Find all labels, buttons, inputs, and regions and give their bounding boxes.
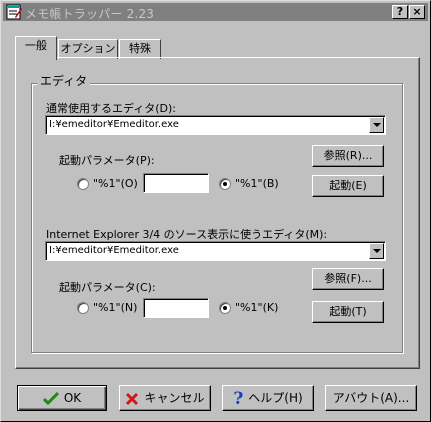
cancel-x-icon [126, 392, 139, 405]
launch-normal-button[interactable]: 起動(E) [312, 175, 384, 197]
normal-radio-b[interactable] [219, 178, 231, 190]
close-title-button[interactable]: × [409, 5, 425, 19]
normal-params-label: 起動パラメータ(P): [59, 154, 155, 167]
launch-ie-button[interactable]: 起動(T) [312, 301, 384, 323]
notepad-app-icon [6, 4, 22, 20]
normal-editor-value: I:¥emeditor¥Emeditor.exe [49, 119, 179, 130]
chevron-down-icon[interactable] [369, 243, 384, 259]
checkmark-icon [42, 391, 59, 405]
ie-param-input[interactable] [143, 298, 209, 318]
question-mark-icon: ? [233, 388, 244, 409]
browse-ie-button[interactable]: 参照(F)... [312, 268, 384, 290]
normal-param-input[interactable] [143, 173, 209, 193]
ok-button[interactable]: OK [17, 385, 107, 411]
normal-radio-a-label: "%1"(O) [93, 177, 138, 190]
ie-editor-label: Internet Explorer 3/4 のソース表示に使うエディタ(M): [46, 228, 328, 241]
ie-radio-a[interactable] [77, 302, 89, 314]
ie-radio-b-label: "%1"(K) [235, 301, 279, 314]
title-bar[interactable]: メモ帳トラッパー 2.23 ? × [3, 3, 428, 21]
normal-editor-combo[interactable]: I:¥emeditor¥Emeditor.exe [45, 115, 386, 135]
ie-radio-a-label: "%1"(N) [93, 301, 138, 314]
help-button[interactable]: ? ヘルプ(H) [222, 385, 314, 411]
tab-special[interactable]: 特殊 [119, 39, 161, 59]
cancel-label: キャンセル [144, 391, 205, 405]
ie-editor-combo[interactable]: I:¥emeditor¥Emeditor.exe [45, 241, 386, 261]
ie-radio-b[interactable] [219, 302, 231, 314]
normal-editor-label: 通常使用するエディタ(D): [46, 102, 176, 115]
ie-editor-value: I:¥emeditor¥Emeditor.exe [49, 245, 179, 256]
tab-options[interactable]: オプション [58, 39, 118, 59]
browse-normal-button[interactable]: 参照(R)... [312, 145, 384, 167]
help-label: ヘルプ(H) [248, 391, 303, 405]
editor-group-title: エディタ [37, 72, 91, 89]
window-title: メモ帳トラッパー 2.23 [25, 7, 155, 21]
normal-radio-a[interactable] [77, 178, 89, 190]
ok-label: OK [63, 391, 82, 405]
tab-general[interactable]: 一般 [15, 36, 57, 60]
ie-params-label: 起動パラメータ(C): [59, 281, 156, 294]
about-button[interactable]: アバウト(A)... [325, 385, 417, 411]
dialog-window: メモ帳トラッパー 2.23 ? × 一般 オプション 特殊 エディタ 通常使用す… [0, 0, 431, 422]
help-title-button[interactable]: ? [392, 5, 408, 19]
chevron-down-icon[interactable] [369, 117, 384, 133]
cancel-button[interactable]: キャンセル [119, 385, 211, 411]
normal-radio-b-label: "%1"(B) [235, 177, 279, 190]
